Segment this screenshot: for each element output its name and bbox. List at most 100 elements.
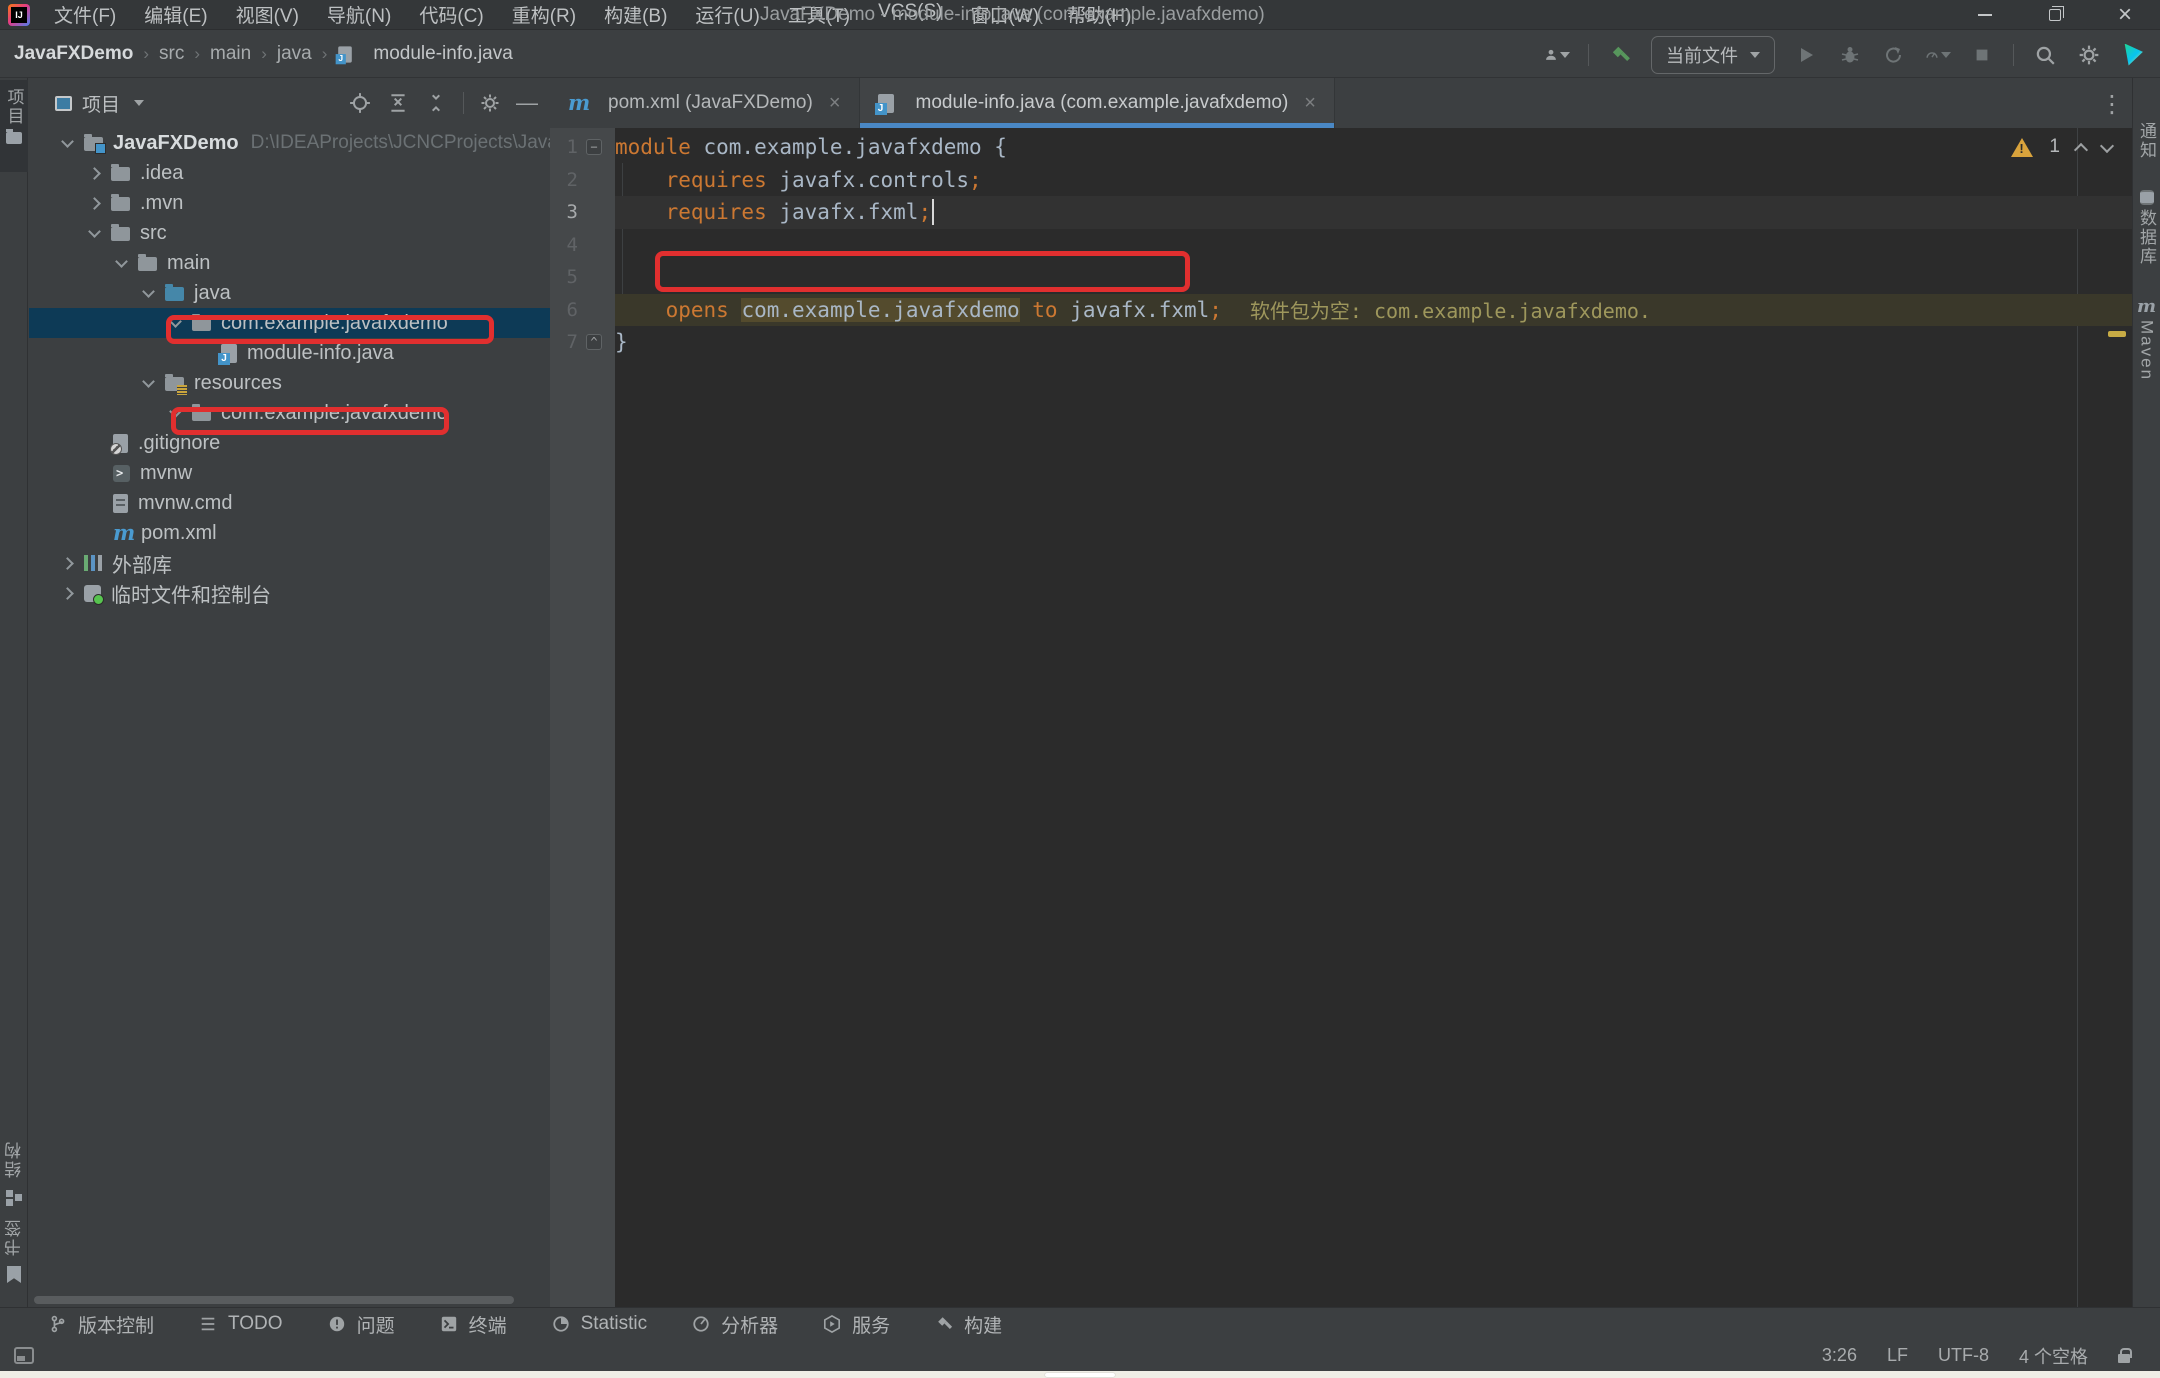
breadcrumb-item[interactable]: module-info.java: [373, 43, 512, 65]
run-configuration-select[interactable]: 当前文件: [1651, 36, 1775, 74]
locate-file-icon[interactable]: [349, 92, 371, 114]
horizontal-scrollbar[interactable]: [34, 1296, 514, 1304]
database-stripe-label[interactable]: 数据库: [2134, 209, 2159, 266]
tree-item-node-15[interactable]: 临时文件和控制台: [29, 578, 550, 608]
bookmarks-stripe-label[interactable]: 书签: [2, 1218, 27, 1256]
menu-refactor[interactable]: 重构(R): [500, 0, 588, 30]
caret-position[interactable]: 3:26: [1822, 1345, 1857, 1366]
structure-stripe-label[interactable]: 结构: [2, 1140, 27, 1178]
menu-navigate[interactable]: 导航(N): [315, 0, 403, 30]
breadcrumb-item[interactable]: main: [210, 43, 251, 65]
restore-button[interactable]: [2020, 0, 2090, 30]
tool-window-button-profiler[interactable]: 分析器: [691, 1311, 778, 1338]
debug-button[interactable]: [1837, 42, 1863, 68]
structure-icon[interactable]: [6, 1190, 13, 1197]
menu-build[interactable]: 构建(B): [592, 0, 679, 30]
menu-code[interactable]: 代码(C): [407, 0, 495, 30]
chevron-expanded-icon[interactable]: [142, 285, 155, 298]
fold-collapse-icon[interactable]: −: [586, 139, 602, 155]
chevron-expanded-icon[interactable]: [142, 375, 155, 388]
bookmark-icon[interactable]: [7, 1266, 21, 1283]
source-folder-icon: [165, 287, 184, 301]
tool-window-button-todo[interactable]: TODO: [198, 1313, 283, 1335]
chevron-collapsed-icon[interactable]: [61, 557, 74, 570]
breadcrumb-item[interactable]: java: [277, 43, 312, 65]
minimize-button[interactable]: [1950, 0, 2020, 30]
tool-window-button-version-control[interactable]: 版本控制: [48, 1311, 154, 1338]
error-stripe-warning-mark[interactable]: [2108, 331, 2126, 337]
tree-item-resources[interactable]: resources: [29, 368, 550, 398]
profiler-button[interactable]: [1925, 42, 1951, 68]
run-button[interactable]: [1793, 42, 1819, 68]
lock-icon[interactable]: [2118, 1354, 2130, 1363]
hide-panel-icon[interactable]: —: [516, 98, 538, 108]
maven-icon[interactable]: m: [2137, 298, 2156, 316]
code-line-7[interactable]: 7^}: [550, 326, 2132, 359]
build-hammer-icon[interactable]: [1607, 42, 1633, 68]
tool-window-layout-icon[interactable]: [14, 1347, 34, 1364]
fold-end-icon[interactable]: ^: [586, 334, 602, 350]
collapse-all-icon[interactable]: [425, 92, 447, 114]
code-line-2[interactable]: 2 requires javafx.controls;: [550, 164, 2132, 197]
file-encoding[interactable]: UTF-8: [1938, 1345, 1989, 1366]
chevron-expanded-icon[interactable]: [61, 135, 74, 148]
code-line-1[interactable]: 1−module com.example.javafxdemo {: [550, 131, 2132, 164]
tool-window-button-statistic[interactable]: Statistic: [551, 1313, 648, 1335]
chevron-collapsed-icon[interactable]: [88, 197, 101, 210]
code-line-3[interactable]: 3 requires javafx.fxml;: [550, 196, 2132, 229]
tree-item-idea[interactable]: .idea: [29, 158, 550, 188]
user-account-icon[interactable]: [1544, 42, 1570, 68]
menu-view[interactable]: 视图(V): [224, 0, 311, 30]
expand-all-icon[interactable]: [387, 92, 409, 114]
chevron-down-icon[interactable]: [134, 100, 144, 106]
tree-item-node-14[interactable]: 外部库: [29, 548, 550, 578]
panel-settings-gear-icon[interactable]: [480, 93, 500, 113]
tool-stripe-project[interactable]: 项目: [0, 80, 28, 172]
chevron-expanded-icon[interactable]: [115, 255, 128, 268]
tab-close-icon[interactable]: ×: [1304, 92, 1316, 115]
close-button[interactable]: ×: [2090, 0, 2160, 30]
tree-item-pom-xml[interactable]: pom.xml: [29, 518, 550, 548]
inspection-widget[interactable]: 1: [2011, 136, 2112, 158]
run-with-coverage-button[interactable]: [1881, 42, 1907, 68]
chevron-collapsed-icon[interactable]: [88, 167, 101, 180]
tool-window-button-problems[interactable]: 问题: [327, 1311, 395, 1338]
tab-options-kebab-icon[interactable]: ⋮: [2100, 90, 2124, 119]
tool-window-button-terminal[interactable]: 终端: [439, 1311, 507, 1338]
tree-item-src[interactable]: src: [29, 218, 550, 248]
chevron-expanded-icon[interactable]: [88, 225, 101, 238]
menu-edit[interactable]: 编辑(E): [132, 0, 219, 30]
search-everywhere-icon[interactable]: [2032, 42, 2058, 68]
code-line-6[interactable]: 6 opens com.example.javafxdemo to javafx…: [550, 294, 2132, 327]
tree-item-JavaFXDemo[interactable]: JavaFXDemoD:\IDEAProjects\JCNCProjects\J…: [29, 128, 550, 158]
database-icon[interactable]: [2140, 190, 2154, 205]
warning-count: 1: [2049, 136, 2060, 158]
line-separator[interactable]: LF: [1887, 1345, 1908, 1366]
editor-tab-pom-xml[interactable]: pom.xml (JavaFXDemo)×: [550, 78, 860, 128]
notifications-stripe-label[interactable]: 通知: [2134, 122, 2159, 160]
editor-tab-bar: pom.xml (JavaFXDemo)×module-info.java (c…: [550, 78, 2132, 128]
maven-stripe-label[interactable]: Maven: [2137, 320, 2157, 381]
code-editor[interactable]: 1−module com.example.javafxdemo {2 requi…: [550, 128, 2132, 1307]
indent-setting[interactable]: 4 个空格: [2019, 1343, 2088, 1369]
breadcrumb-item[interactable]: JavaFXDemo: [14, 43, 133, 65]
breadcrumb-item[interactable]: src: [159, 43, 184, 65]
tool-window-button-services[interactable]: 服务: [822, 1311, 890, 1338]
tree-item-main[interactable]: main: [29, 248, 550, 278]
tree-item-mvnw[interactable]: mvnw: [29, 458, 550, 488]
ide-assistant-icon[interactable]: [2120, 42, 2146, 68]
previous-warning-icon[interactable]: [2074, 142, 2088, 156]
tab-close-icon[interactable]: ×: [829, 92, 841, 115]
tree-item-mvnw-cmd[interactable]: mvnw.cmd: [29, 488, 550, 518]
tree-item-java[interactable]: java: [29, 278, 550, 308]
stop-button[interactable]: [1969, 42, 1995, 68]
next-warning-icon[interactable]: [2100, 138, 2114, 152]
tool-window-button-build[interactable]: 构建: [934, 1311, 1002, 1338]
menu-run[interactable]: 运行(U): [683, 0, 771, 30]
menu-file[interactable]: 文件(F): [42, 0, 128, 30]
tree-item-mvn[interactable]: .mvn: [29, 188, 550, 218]
settings-gear-icon[interactable]: [2076, 42, 2102, 68]
chevron-collapsed-icon[interactable]: [61, 587, 74, 600]
editor-tab-module-info[interactable]: module-info.java (com.example.javafxdemo…: [860, 78, 1335, 128]
project-panel-title[interactable]: 项目: [82, 90, 120, 117]
